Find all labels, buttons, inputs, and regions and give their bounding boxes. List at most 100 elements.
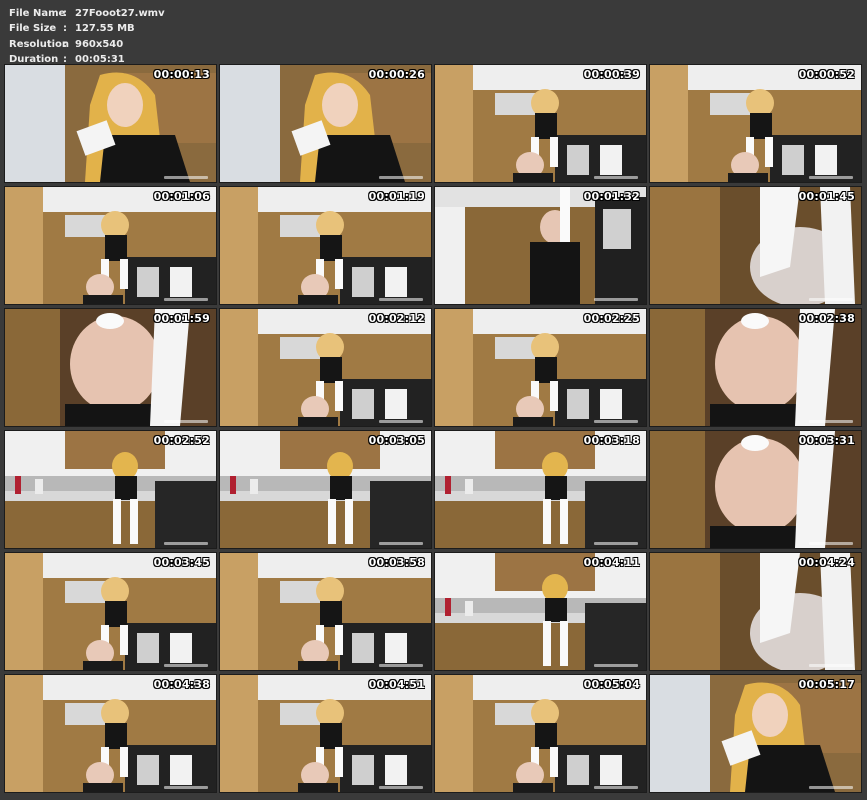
file-name-label: File Name [9,8,66,19]
resolution-row: Resolution : 960x540 [9,37,165,52]
watermark [379,176,423,179]
separator: : [63,23,67,35]
frame-image [5,675,216,792]
timestamp-label: 00:04:38 [153,678,210,691]
thumbnail-grid: 00:00:13 00:00:26 00:00:39 00:00:52 00:01:06… [4,64,862,796]
watermark [594,298,638,301]
frame-image [5,431,216,548]
watermark [164,542,208,545]
frame-image [650,309,861,426]
watermark [164,786,208,789]
timestamp-label: 00:03:18 [583,434,640,447]
thumbnail-frame: 00:04:24 [649,552,862,671]
thumbnail-frame: 00:00:39 [434,64,647,183]
file-name-row: File Name : 27Fooot27.wmv [9,6,165,21]
frame-image [5,553,216,670]
thumbnail-frame: 00:03:05 [219,430,432,549]
frame-image [435,553,646,670]
thumbnail-frame: 00:04:11 [434,552,647,671]
thumbnail-frame: 00:05:04 [434,674,647,793]
timestamp-label: 00:04:11 [583,556,640,569]
frame-image [650,187,861,304]
frame-image [435,187,646,304]
watermark [594,176,638,179]
frame-image [220,675,431,792]
timestamp-label: 00:02:25 [583,312,640,325]
watermark [379,298,423,301]
frame-image [435,309,646,426]
file-size-row: File Size : 127.55 MB [9,21,165,36]
frame-image [435,65,646,182]
watermark [379,664,423,667]
watermark [809,420,853,423]
watermark [809,664,853,667]
timestamp-label: 00:04:24 [798,556,855,569]
thumbnail-frame: 00:01:06 [4,186,217,305]
thumbnail-frame: 00:02:38 [649,308,862,427]
file-size-value: 127.55 MB [75,23,135,35]
timestamp-label: 00:01:06 [153,190,210,203]
watermark [164,664,208,667]
frame-image [650,553,861,670]
frame-image [5,309,216,426]
watermark [164,420,208,423]
timestamp-label: 00:01:32 [583,190,640,203]
frame-image [5,65,216,182]
thumbnail-frame: 00:02:25 [434,308,647,427]
frame-image [5,187,216,304]
thumbnail-frame: 00:01:59 [4,308,217,427]
watermark [164,176,208,179]
thumbnail-frame: 00:02:12 [219,308,432,427]
timestamp-label: 00:05:04 [583,678,640,691]
thumbnail-frame: 00:03:18 [434,430,647,549]
thumbnail-frame: 00:00:13 [4,64,217,183]
frame-image [435,675,646,792]
watermark [809,298,853,301]
watermark [379,542,423,545]
frame-image [650,431,861,548]
watermark [809,786,853,789]
file-name-value: 27Fooot27.wmv [75,8,165,19]
timestamp-label: 00:05:17 [798,678,855,691]
timestamp-label: 00:01:59 [153,312,210,325]
thumbnail-frame: 00:00:26 [219,64,432,183]
timestamp-label: 00:00:13 [153,68,210,81]
thumbnail-frame: 00:01:45 [649,186,862,305]
watermark [594,786,638,789]
thumbnail-frame: 00:04:51 [219,674,432,793]
watermark [379,786,423,789]
watermark [594,664,638,667]
thumbnail-frame: 00:00:52 [649,64,862,183]
frame-image [650,675,861,792]
frame-image [220,431,431,548]
watermark [809,542,853,545]
thumbnail-frame: 00:03:31 [649,430,862,549]
thumbnail-frame: 00:01:32 [434,186,647,305]
timestamp-label: 00:03:05 [368,434,425,447]
thumbnail-frame: 00:01:19 [219,186,432,305]
timestamp-label: 00:00:52 [798,68,855,81]
thumbnail-frame: 00:03:45 [4,552,217,671]
watermark [594,542,638,545]
timestamp-label: 00:02:12 [368,312,425,325]
timestamp-label: 00:01:45 [798,190,855,203]
frame-image [220,65,431,182]
file-size-label: File Size [9,23,57,35]
frame-image [220,309,431,426]
timestamp-label: 00:04:51 [368,678,425,691]
thumbnail-frame: 00:04:38 [4,674,217,793]
timestamp-label: 00:00:39 [583,68,640,81]
file-info-header: File Name : 27Fooot27.wmv File Size : 12… [9,6,165,68]
watermark [594,420,638,423]
separator: : [63,8,67,19]
timestamp-label: 00:02:38 [798,312,855,325]
timestamp-label: 00:03:31 [798,434,855,447]
watermark [379,420,423,423]
timestamp-label: 00:02:52 [153,434,210,447]
timestamp-label: 00:03:45 [153,556,210,569]
timestamp-label: 00:00:26 [368,68,425,81]
watermark [164,298,208,301]
frame-image [435,431,646,548]
timestamp-label: 00:01:19 [368,190,425,203]
timestamp-label: 00:03:58 [368,556,425,569]
